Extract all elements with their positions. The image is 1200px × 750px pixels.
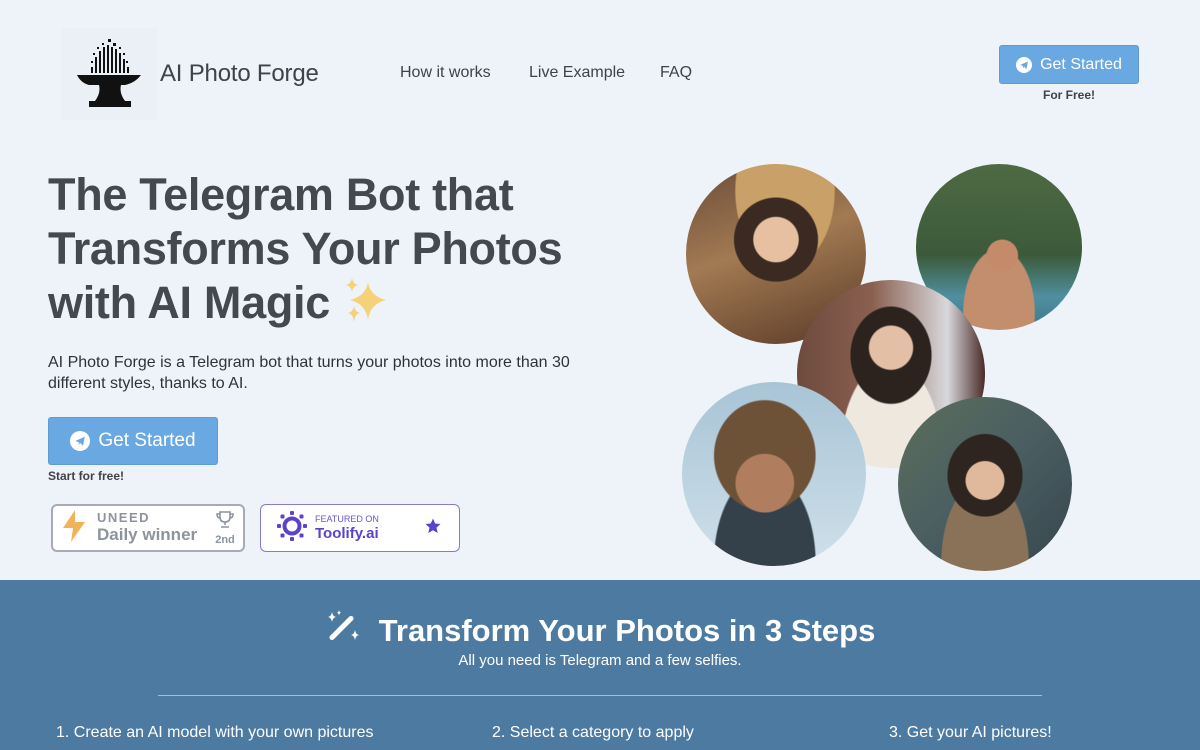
sparkles-icon	[342, 277, 390, 328]
nav-how-it-works[interactable]: How it works	[400, 64, 491, 82]
toolify-label: Toolify.ai	[315, 524, 379, 542]
header-cta-sublabel: For Free!	[1042, 88, 1095, 102]
steps-heading: Transform Your Photos in 3 Steps	[0, 610, 1200, 652]
step-2: 2. Select a category to apply	[492, 724, 694, 741]
magic-wand-icon	[325, 610, 361, 652]
steps-section: Transform Your Photos in 3 Steps All you…	[0, 580, 1200, 750]
header-get-started-label: Get Started	[1040, 55, 1122, 73]
hero-title-line1: The Telegram Bot that	[48, 169, 514, 220]
hero-title-line2: Transforms Your Photos	[48, 223, 563, 274]
star-icon	[425, 518, 441, 539]
uneed-label: Daily winner	[97, 525, 198, 544]
steps-title: Transform Your Photos in 3 Steps	[378, 613, 876, 648]
nav-faq[interactable]: FAQ	[660, 64, 692, 82]
hero-get-started-button[interactable]: Get Started	[48, 417, 218, 465]
hero-title-line3: with AI Magic	[48, 277, 330, 328]
nav-live-example[interactable]: Live Example	[529, 64, 625, 82]
sample-photo-mountain-woman	[898, 397, 1072, 571]
toolify-badge[interactable]: FEATURED ON Toolify.ai	[260, 504, 460, 552]
steps-subtitle: All you need is Telegram and a few selfi…	[458, 652, 742, 669]
hero-description: AI Photo Forge is a Telegram bot that tu…	[48, 354, 570, 392]
toolify-featured-label: FEATURED ON	[315, 513, 379, 524]
step-1: 1. Create an AI model with your own pict…	[56, 724, 374, 741]
steps-divider	[158, 695, 1042, 696]
brand-name[interactable]: AI Photo Forge	[160, 60, 319, 88]
hero-get-started-label: Get Started	[98, 430, 196, 451]
uneed-badge[interactable]: UNEED Daily winner 2nd	[51, 504, 245, 552]
lightning-icon	[61, 509, 87, 547]
hero-cta-sublabel: Start for free!	[48, 469, 125, 483]
anvil-pixel-logo-icon	[77, 39, 141, 107]
toolify-logo-icon	[277, 510, 307, 546]
telegram-icon	[70, 431, 91, 451]
trophy-icon	[215, 510, 235, 534]
logo[interactable]	[62, 28, 158, 120]
sample-photo-sunglasses-man	[682, 382, 866, 566]
uneed-brand: UNEED	[97, 510, 151, 525]
hero-title: The Telegram Bot that Transforms Your Ph…	[48, 168, 648, 330]
telegram-icon	[1016, 56, 1033, 73]
header-get-started-button[interactable]: Get Started	[999, 45, 1139, 84]
uneed-rank: 2nd	[215, 533, 235, 546]
step-3: 3. Get your AI pictures!	[889, 724, 1052, 741]
